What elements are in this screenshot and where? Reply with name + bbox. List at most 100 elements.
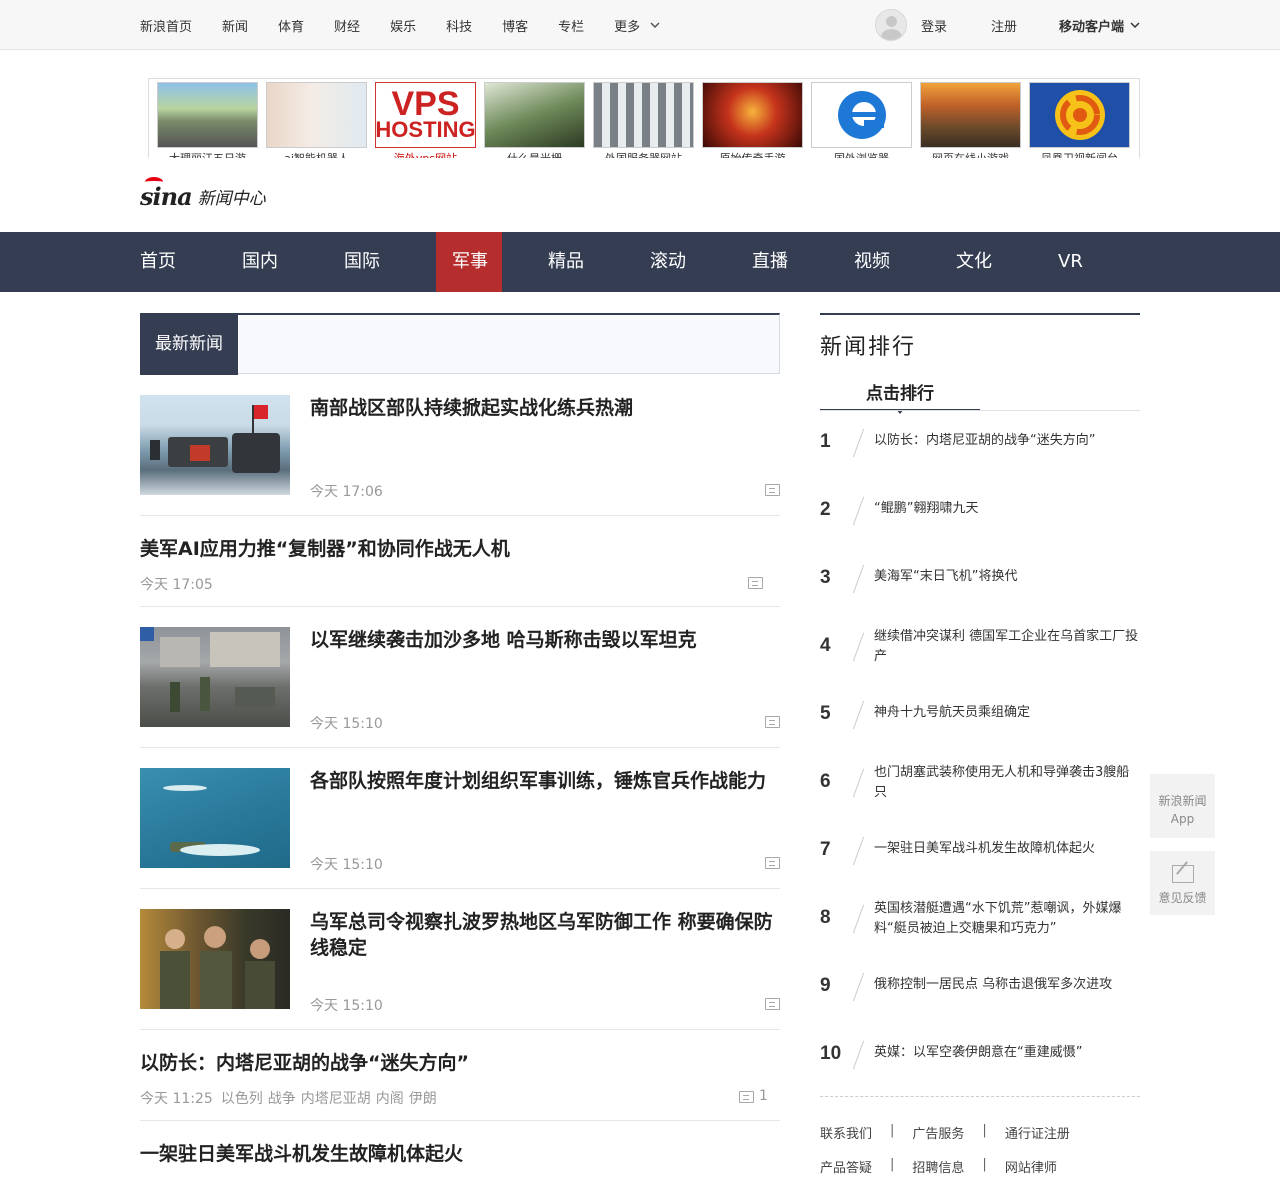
nav-vr[interactable]: VR xyxy=(1058,232,1160,292)
ad-item[interactable]: 外国服务器网站 xyxy=(593,82,694,158)
ad-item[interactable]: VPSHOSTING 海外vps网站 xyxy=(375,82,476,158)
top-nav-blog[interactable]: 博客 xyxy=(502,16,528,35)
nav-featured[interactable]: 精品 xyxy=(548,232,650,292)
top-nav-column[interactable]: 专栏 xyxy=(558,16,584,35)
footer-link[interactable]: 广告服务 xyxy=(912,1123,964,1142)
rank-text[interactable]: 继续借冲突谋利 德国军工企业在乌首家工厂投产 xyxy=(874,627,1142,667)
nav-domestic[interactable]: 国内 xyxy=(242,232,344,292)
rank-text[interactable]: 一架驻日美军战斗机发生故障机体起火 xyxy=(874,839,1142,859)
top-nav-tech[interactable]: 科技 xyxy=(446,16,472,35)
edge-browser-icon xyxy=(837,91,886,139)
ad-item[interactable]: 大理丽江五日游 xyxy=(157,82,258,158)
comment-icon[interactable] xyxy=(765,998,780,1010)
ad-item[interactable]: 国外浏览器 xyxy=(811,82,912,158)
tag-link[interactable]: 内塔尼亚胡 xyxy=(301,1091,371,1107)
rank-text[interactable]: 神舟十九号航天员乘组确定 xyxy=(874,703,1142,723)
rank-slash xyxy=(852,836,865,866)
site-logo[interactable]: sina 新闻中心 xyxy=(140,177,266,211)
news-image xyxy=(140,627,280,712)
news-title[interactable]: 以军继续袭击加沙多地 哈马斯称击毁以军坦克 xyxy=(310,627,780,653)
tag-link[interactable]: 以色列 xyxy=(221,1091,263,1107)
news-title[interactable]: 美军AI应用力推“复制器”和协同作战无人机 xyxy=(140,536,780,562)
feedback-button[interactable]: 意见反馈 xyxy=(1150,851,1215,915)
ad-caption: 外国服务器网站 xyxy=(593,150,694,158)
news-item[interactable]: 以军继续袭击加沙多地 哈马斯称击毁以军坦克 今天 15:10 xyxy=(140,627,780,748)
footer-links: 联系我们 | 广告服务 | 通行证注册 产品答疑 | 招聘信息 | 网站律师 xyxy=(820,1096,1140,1176)
footer-link[interactable]: 通行证注册 xyxy=(1005,1123,1070,1142)
nav-culture[interactable]: 文化 xyxy=(956,232,1058,292)
mobile-client-menu[interactable]: 移动客户端 xyxy=(1059,16,1140,35)
section-name: 新闻中心 xyxy=(197,189,266,209)
tag-link[interactable]: 战争 xyxy=(268,1091,296,1107)
divider xyxy=(140,606,780,607)
nav-label: VR xyxy=(1058,251,1083,272)
news-title[interactable]: 南部战区部队持续掀起实战化练兵热潮 xyxy=(310,395,780,421)
top-nav-finance[interactable]: 财经 xyxy=(334,16,360,35)
rank-number: 8 xyxy=(820,907,831,928)
top-nav-more[interactable]: 更多 xyxy=(614,16,660,35)
rank-text[interactable]: 英媒：以军空袭伊朗意在“重建威慑” xyxy=(874,1043,1142,1063)
news-title[interactable]: 各部队按照年度计划组织军事训练，锤炼官兵作战能力 xyxy=(310,768,780,794)
rank-number: 7 xyxy=(820,839,831,860)
register-link[interactable]: 注册 xyxy=(991,16,1017,35)
latest-news-tab[interactable]: 最新新闻 xyxy=(140,313,238,375)
comment-icon[interactable] xyxy=(765,716,780,728)
news-thumbnail[interactable] xyxy=(140,909,290,1009)
news-time: 今天 17:06 xyxy=(310,484,383,500)
comment-icon[interactable] xyxy=(765,484,780,496)
news-title[interactable]: 一架驻日美军战斗机发生故障机体起火 xyxy=(140,1141,780,1167)
news-item[interactable]: 以防长：内塔尼亚胡的战争“迷失方向” 今天 11:25 以色列 战争 内塔尼亚胡 内阁伊… xyxy=(140,1050,780,1121)
ad-item[interactable]: 网页在线小游戏 xyxy=(920,82,1021,158)
comment-icon[interactable] xyxy=(739,1091,754,1103)
rank-text[interactable]: 英国核潜艇遭遇“水下饥荒”惹嘲讽，外媒爆料“艇员被迫上交糖果和巧克力” xyxy=(874,899,1142,939)
news-item[interactable]: 南部战区部队持续掀起实战化练兵热潮 今天 17:06 xyxy=(140,395,780,516)
news-item[interactable]: 各部队按照年度计划组织军事训练，锤炼官兵作战能力 今天 15:10 xyxy=(140,768,780,889)
nav-rolling[interactable]: 滚动 xyxy=(650,232,752,292)
top-nav-home[interactable]: 新浪首页 xyxy=(140,16,192,35)
nav-live[interactable]: 直播 xyxy=(752,232,854,292)
sina-eye-icon xyxy=(145,177,163,187)
news-time: 今天 15:10 xyxy=(310,716,383,732)
ad-item[interactable]: 凤凰卫视新闻台 xyxy=(1029,82,1130,158)
nav-home[interactable]: 首页 xyxy=(140,232,242,292)
rank-text[interactable]: 以防长：内塔尼亚胡的战争“迷失方向” xyxy=(874,431,1142,451)
news-title[interactable]: 乌军总司令视察扎波罗热地区乌军防御工作 称要确保防线稳定 xyxy=(310,909,780,961)
top-nav-news[interactable]: 新闻 xyxy=(222,16,248,35)
rank-text[interactable]: “鲲鹏”翱翔啸九天 xyxy=(874,499,1142,519)
nav-military[interactable]: 军事 xyxy=(436,232,548,292)
rank-text[interactable]: 美海军“末日飞机”将换代 xyxy=(874,567,1142,587)
rank-slash xyxy=(852,1040,865,1070)
ad-item[interactable]: 什么是光栅 xyxy=(484,82,585,158)
comment-icon[interactable] xyxy=(748,577,763,589)
rank-text[interactable]: 俄称控制一居民点 乌称击退俄军多次进攻 xyxy=(874,975,1142,995)
ad-item[interactable]: ai智能机器人 xyxy=(266,82,367,158)
nav-video[interactable]: 视频 xyxy=(854,232,956,292)
news-thumbnail[interactable] xyxy=(140,627,290,727)
news-thumbnail[interactable] xyxy=(140,395,290,495)
footer-link[interactable]: 联系我们 xyxy=(820,1123,872,1142)
avatar-icon[interactable] xyxy=(874,9,907,41)
tag-link[interactable]: 内阁 xyxy=(376,1091,404,1107)
news-item[interactable]: 美军AI应用力推“复制器”和协同作战无人机 今天 17:05 xyxy=(140,536,780,607)
news-thumbnail[interactable] xyxy=(140,768,290,868)
login-link[interactable]: 登录 xyxy=(921,16,947,35)
app-download-button[interactable]: 新浪新闻 App xyxy=(1150,774,1215,838)
nav-world[interactable]: 国际 xyxy=(344,232,446,292)
tab-click-rank[interactable]: 点击排行 xyxy=(820,379,980,411)
ad-image-vps: VPS HOSTING xyxy=(375,82,476,148)
rank-text[interactable]: 也门胡塞武装称使用无人机和导弹袭击3艘船只 xyxy=(874,763,1142,803)
ranking-tab-line xyxy=(820,410,1140,411)
nav-label: 视频 xyxy=(854,251,890,272)
top-nav-sports[interactable]: 体育 xyxy=(278,16,304,35)
comment-count[interactable]: 1 xyxy=(759,1088,768,1104)
rank-slash xyxy=(852,972,865,1002)
mobile-client-label: 移动客户端 xyxy=(1058,19,1124,35)
tag-link[interactable]: 伊朗 xyxy=(409,1091,437,1107)
ad-item[interactable]: 原始传奇手游 xyxy=(702,82,803,158)
news-item[interactable]: 乌军总司令视察扎波罗热地区乌军防御工作 称要确保防线稳定 今天 15:10 xyxy=(140,909,780,1030)
rank-slash xyxy=(852,428,865,458)
comment-icon[interactable] xyxy=(765,857,780,869)
news-item[interactable]: 一架驻日美军战斗机发生故障机体起火 xyxy=(140,1141,780,1181)
news-title[interactable]: 以防长：内塔尼亚胡的战争“迷失方向” xyxy=(140,1050,780,1076)
top-nav-ent[interactable]: 娱乐 xyxy=(390,16,416,35)
